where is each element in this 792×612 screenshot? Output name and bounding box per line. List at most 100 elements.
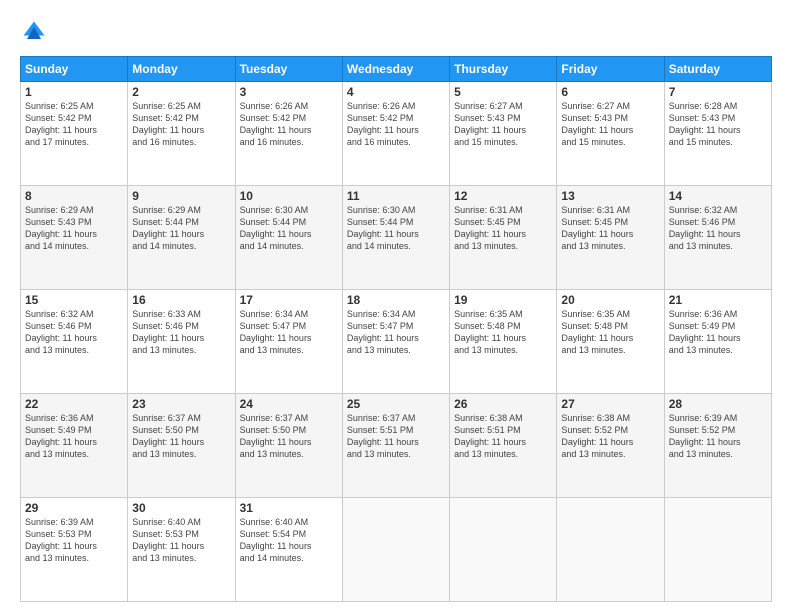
- day-number: 3: [240, 85, 338, 99]
- calendar-cell: [342, 498, 449, 602]
- logo-icon: [20, 18, 48, 46]
- day-number: 7: [669, 85, 767, 99]
- calendar-cell: 23Sunrise: 6:37 AM Sunset: 5:50 PM Dayli…: [128, 394, 235, 498]
- calendar-table: SundayMondayTuesdayWednesdayThursdayFrid…: [20, 56, 772, 602]
- day-info: Sunrise: 6:26 AM Sunset: 5:42 PM Dayligh…: [240, 100, 338, 149]
- calendar-cell: 1Sunrise: 6:25 AM Sunset: 5:42 PM Daylig…: [21, 82, 128, 186]
- calendar-cell: 3Sunrise: 6:26 AM Sunset: 5:42 PM Daylig…: [235, 82, 342, 186]
- day-number: 2: [132, 85, 230, 99]
- day-info: Sunrise: 6:32 AM Sunset: 5:46 PM Dayligh…: [25, 308, 123, 357]
- day-info: Sunrise: 6:30 AM Sunset: 5:44 PM Dayligh…: [240, 204, 338, 253]
- day-number: 18: [347, 293, 445, 307]
- day-info: Sunrise: 6:29 AM Sunset: 5:43 PM Dayligh…: [25, 204, 123, 253]
- day-info: Sunrise: 6:28 AM Sunset: 5:43 PM Dayligh…: [669, 100, 767, 149]
- day-number: 15: [25, 293, 123, 307]
- calendar-cell: [664, 498, 771, 602]
- weekday-header-thursday: Thursday: [450, 57, 557, 82]
- day-number: 16: [132, 293, 230, 307]
- day-number: 28: [669, 397, 767, 411]
- day-number: 10: [240, 189, 338, 203]
- day-info: Sunrise: 6:37 AM Sunset: 5:50 PM Dayligh…: [240, 412, 338, 461]
- calendar-cell: 25Sunrise: 6:37 AM Sunset: 5:51 PM Dayli…: [342, 394, 449, 498]
- day-info: Sunrise: 6:37 AM Sunset: 5:50 PM Dayligh…: [132, 412, 230, 461]
- day-info: Sunrise: 6:32 AM Sunset: 5:46 PM Dayligh…: [669, 204, 767, 253]
- day-info: Sunrise: 6:26 AM Sunset: 5:42 PM Dayligh…: [347, 100, 445, 149]
- day-info: Sunrise: 6:37 AM Sunset: 5:51 PM Dayligh…: [347, 412, 445, 461]
- weekday-header-row: SundayMondayTuesdayWednesdayThursdayFrid…: [21, 57, 772, 82]
- day-number: 27: [561, 397, 659, 411]
- calendar-cell: 31Sunrise: 6:40 AM Sunset: 5:54 PM Dayli…: [235, 498, 342, 602]
- calendar-cell: 17Sunrise: 6:34 AM Sunset: 5:47 PM Dayli…: [235, 290, 342, 394]
- calendar-cell: 22Sunrise: 6:36 AM Sunset: 5:49 PM Dayli…: [21, 394, 128, 498]
- calendar-cell: [450, 498, 557, 602]
- logo: [20, 18, 52, 46]
- day-number: 13: [561, 189, 659, 203]
- weekday-header-saturday: Saturday: [664, 57, 771, 82]
- week-row-5: 29Sunrise: 6:39 AM Sunset: 5:53 PM Dayli…: [21, 498, 772, 602]
- day-number: 31: [240, 501, 338, 515]
- calendar-cell: 9Sunrise: 6:29 AM Sunset: 5:44 PM Daylig…: [128, 186, 235, 290]
- day-info: Sunrise: 6:25 AM Sunset: 5:42 PM Dayligh…: [132, 100, 230, 149]
- day-number: 25: [347, 397, 445, 411]
- day-info: Sunrise: 6:38 AM Sunset: 5:51 PM Dayligh…: [454, 412, 552, 461]
- day-number: 21: [669, 293, 767, 307]
- day-number: 22: [25, 397, 123, 411]
- calendar-cell: 15Sunrise: 6:32 AM Sunset: 5:46 PM Dayli…: [21, 290, 128, 394]
- calendar-cell: 10Sunrise: 6:30 AM Sunset: 5:44 PM Dayli…: [235, 186, 342, 290]
- day-number: 5: [454, 85, 552, 99]
- calendar-cell: 11Sunrise: 6:30 AM Sunset: 5:44 PM Dayli…: [342, 186, 449, 290]
- calendar-cell: 12Sunrise: 6:31 AM Sunset: 5:45 PM Dayli…: [450, 186, 557, 290]
- week-row-1: 1Sunrise: 6:25 AM Sunset: 5:42 PM Daylig…: [21, 82, 772, 186]
- weekday-header-tuesday: Tuesday: [235, 57, 342, 82]
- day-info: Sunrise: 6:35 AM Sunset: 5:48 PM Dayligh…: [561, 308, 659, 357]
- calendar-cell: 7Sunrise: 6:28 AM Sunset: 5:43 PM Daylig…: [664, 82, 771, 186]
- day-number: 24: [240, 397, 338, 411]
- day-info: Sunrise: 6:36 AM Sunset: 5:49 PM Dayligh…: [669, 308, 767, 357]
- day-number: 30: [132, 501, 230, 515]
- day-number: 8: [25, 189, 123, 203]
- page: SundayMondayTuesdayWednesdayThursdayFrid…: [0, 0, 792, 612]
- day-number: 17: [240, 293, 338, 307]
- day-number: 4: [347, 85, 445, 99]
- day-info: Sunrise: 6:34 AM Sunset: 5:47 PM Dayligh…: [240, 308, 338, 357]
- day-info: Sunrise: 6:40 AM Sunset: 5:53 PM Dayligh…: [132, 516, 230, 565]
- day-info: Sunrise: 6:29 AM Sunset: 5:44 PM Dayligh…: [132, 204, 230, 253]
- weekday-header-wednesday: Wednesday: [342, 57, 449, 82]
- day-info: Sunrise: 6:27 AM Sunset: 5:43 PM Dayligh…: [561, 100, 659, 149]
- calendar-cell: 28Sunrise: 6:39 AM Sunset: 5:52 PM Dayli…: [664, 394, 771, 498]
- day-info: Sunrise: 6:35 AM Sunset: 5:48 PM Dayligh…: [454, 308, 552, 357]
- calendar-cell: 6Sunrise: 6:27 AM Sunset: 5:43 PM Daylig…: [557, 82, 664, 186]
- day-number: 19: [454, 293, 552, 307]
- day-info: Sunrise: 6:39 AM Sunset: 5:53 PM Dayligh…: [25, 516, 123, 565]
- calendar-cell: 13Sunrise: 6:31 AM Sunset: 5:45 PM Dayli…: [557, 186, 664, 290]
- calendar-cell: 26Sunrise: 6:38 AM Sunset: 5:51 PM Dayli…: [450, 394, 557, 498]
- header: [20, 18, 772, 46]
- week-row-3: 15Sunrise: 6:32 AM Sunset: 5:46 PM Dayli…: [21, 290, 772, 394]
- day-info: Sunrise: 6:33 AM Sunset: 5:46 PM Dayligh…: [132, 308, 230, 357]
- day-info: Sunrise: 6:38 AM Sunset: 5:52 PM Dayligh…: [561, 412, 659, 461]
- calendar-cell: 4Sunrise: 6:26 AM Sunset: 5:42 PM Daylig…: [342, 82, 449, 186]
- calendar-cell: [557, 498, 664, 602]
- calendar-cell: 8Sunrise: 6:29 AM Sunset: 5:43 PM Daylig…: [21, 186, 128, 290]
- calendar-cell: 14Sunrise: 6:32 AM Sunset: 5:46 PM Dayli…: [664, 186, 771, 290]
- day-number: 29: [25, 501, 123, 515]
- calendar-cell: 16Sunrise: 6:33 AM Sunset: 5:46 PM Dayli…: [128, 290, 235, 394]
- day-number: 12: [454, 189, 552, 203]
- weekday-header-friday: Friday: [557, 57, 664, 82]
- week-row-4: 22Sunrise: 6:36 AM Sunset: 5:49 PM Dayli…: [21, 394, 772, 498]
- day-info: Sunrise: 6:40 AM Sunset: 5:54 PM Dayligh…: [240, 516, 338, 565]
- day-number: 14: [669, 189, 767, 203]
- day-number: 9: [132, 189, 230, 203]
- day-number: 1: [25, 85, 123, 99]
- day-info: Sunrise: 6:27 AM Sunset: 5:43 PM Dayligh…: [454, 100, 552, 149]
- day-number: 23: [132, 397, 230, 411]
- day-info: Sunrise: 6:34 AM Sunset: 5:47 PM Dayligh…: [347, 308, 445, 357]
- weekday-header-sunday: Sunday: [21, 57, 128, 82]
- calendar-cell: 20Sunrise: 6:35 AM Sunset: 5:48 PM Dayli…: [557, 290, 664, 394]
- day-info: Sunrise: 6:25 AM Sunset: 5:42 PM Dayligh…: [25, 100, 123, 149]
- calendar-cell: 29Sunrise: 6:39 AM Sunset: 5:53 PM Dayli…: [21, 498, 128, 602]
- week-row-2: 8Sunrise: 6:29 AM Sunset: 5:43 PM Daylig…: [21, 186, 772, 290]
- calendar-cell: 19Sunrise: 6:35 AM Sunset: 5:48 PM Dayli…: [450, 290, 557, 394]
- calendar-cell: 24Sunrise: 6:37 AM Sunset: 5:50 PM Dayli…: [235, 394, 342, 498]
- day-number: 20: [561, 293, 659, 307]
